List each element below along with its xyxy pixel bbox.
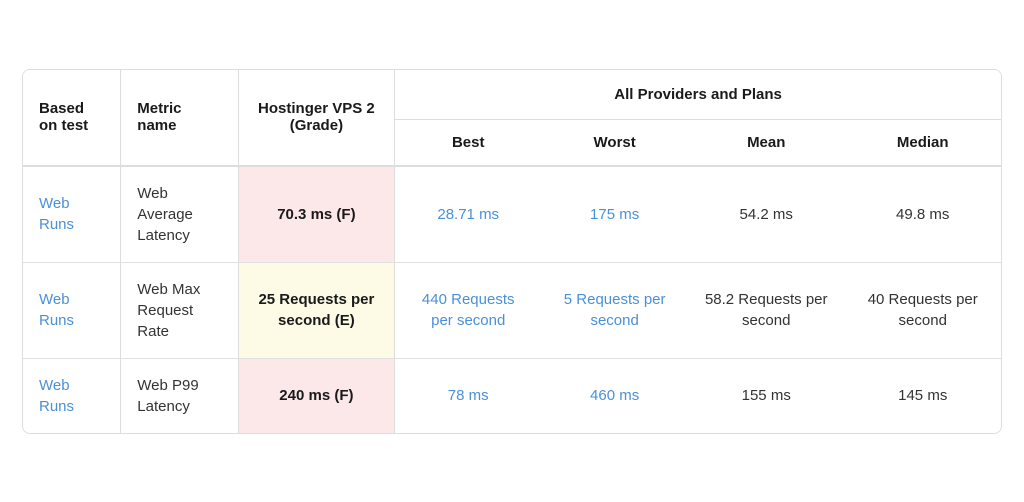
mean-header: Mean [688,119,844,166]
hostinger-header: Hostinger VPS 2 (Grade) [238,70,394,166]
worst-header: Worst [541,119,688,166]
best-value-cell[interactable]: 78 ms [395,358,542,433]
median-value-cell: 49.8 ms [844,166,1001,263]
based-on-test-cell[interactable]: Web Runs [23,262,121,358]
table-row: Web RunsWeb Max Request Rate25 Requests … [23,262,1001,358]
table-row: Web RunsWeb P99 Latency240 ms (F)78 ms46… [23,358,1001,433]
based-on-test-cell[interactable]: Web Runs [23,358,121,433]
best-value-cell[interactable]: 440 Requests per second [395,262,542,358]
mean-value-cell: 54.2 ms [688,166,844,263]
hostinger-value-cell: 240 ms (F) [238,358,394,433]
table-row: Web RunsWeb Average Latency70.3 ms (F)28… [23,166,1001,263]
median-header: Median [844,119,1001,166]
metric-name-cell: Web Max Request Rate [121,262,238,358]
all-providers-header: All Providers and Plans [395,70,1001,120]
hostinger-value-cell: 25 Requests per second (E) [238,262,394,358]
mean-value-cell: 155 ms [688,358,844,433]
metric-name-cell: Web Average Latency [121,166,238,263]
comparison-table: Based on test Metric name Hostinger VPS … [22,69,1002,434]
worst-value-cell[interactable]: 175 ms [541,166,688,263]
table-body: Web RunsWeb Average Latency70.3 ms (F)28… [23,166,1001,433]
median-value-cell: 145 ms [844,358,1001,433]
hostinger-value-cell: 70.3 ms (F) [238,166,394,263]
median-value-cell: 40 Requests per second [844,262,1001,358]
based-on-test-cell[interactable]: Web Runs [23,166,121,263]
worst-value-cell[interactable]: 5 Requests per second [541,262,688,358]
best-header: Best [395,119,542,166]
worst-value-cell[interactable]: 460 ms [541,358,688,433]
mean-value-cell: 58.2 Requests per second [688,262,844,358]
best-value-cell[interactable]: 28.71 ms [395,166,542,263]
based-on-test-header: Based on test [23,70,121,166]
metric-name-header: Metric name [121,70,238,166]
main-header-row: Based on test Metric name Hostinger VPS … [23,70,1001,120]
metric-name-cell: Web P99 Latency [121,358,238,433]
